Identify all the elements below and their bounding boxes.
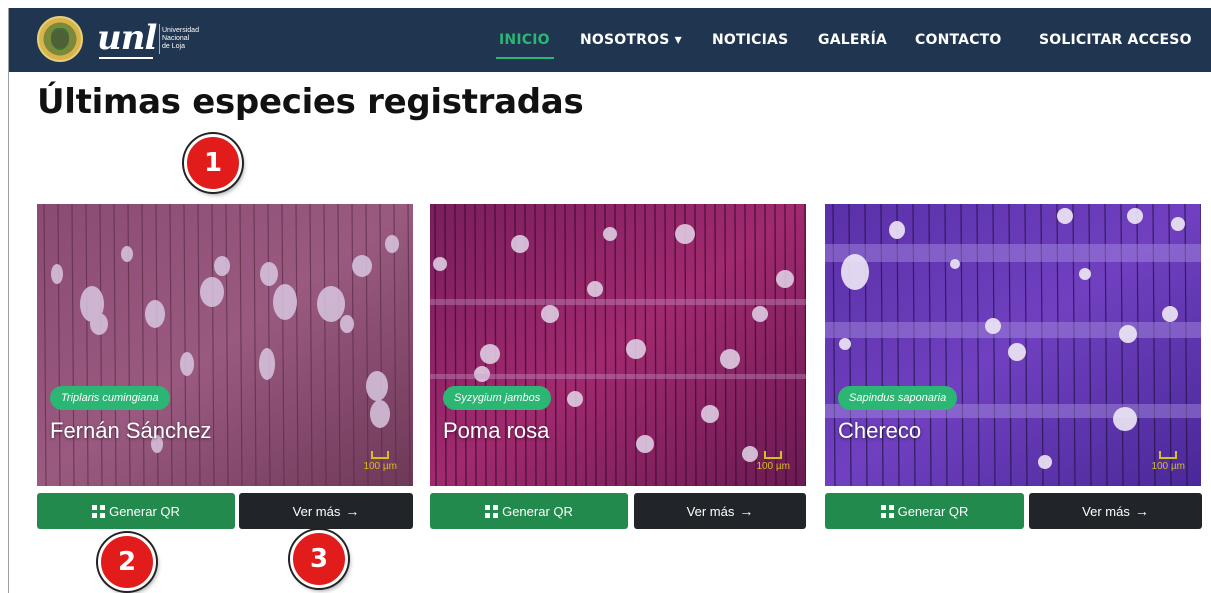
arrow-right-icon: → <box>739 503 754 519</box>
annotation-marker-3: 3 <box>290 530 348 588</box>
nav-item-inicio[interactable]: INICIO <box>499 32 550 48</box>
university-name: Universidad Nacional de Loja <box>162 27 199 50</box>
scientific-name-badge: Triplaris cumingiana <box>50 386 170 410</box>
species-card-2[interactable]: Syzygium jambos Poma rosa 100 µm <box>430 204 806 486</box>
view-more-button[interactable]: Ver más → <box>634 493 806 529</box>
annotation-marker-2: 2 <box>98 533 156 591</box>
unl-logo-text[interactable]: unl <box>97 18 157 58</box>
scale-bar: 100 µm <box>756 451 790 472</box>
seal-emblem <box>51 28 69 50</box>
generate-qr-button[interactable]: Generar QR <box>825 493 1024 529</box>
logo-underline <box>99 57 153 59</box>
nav-item-contacto[interactable]: CONTACTO <box>915 32 1002 48</box>
scale-bar: 100 µm <box>363 451 397 472</box>
qr-code-icon <box>92 504 106 518</box>
nav-item-nosotros[interactable]: NOSOTROS ▾ <box>580 32 682 48</box>
qr-code-icon <box>880 504 894 518</box>
view-more-label: Ver más <box>292 503 341 519</box>
generate-qr-button[interactable]: Generar QR <box>37 493 235 529</box>
page-frame: unl Universidad Nacional de Loja INICIO … <box>0 0 1211 593</box>
view-more-label: Ver más <box>1082 503 1130 519</box>
frame-border <box>8 8 9 593</box>
common-name: Fernán Sánchez <box>50 418 212 443</box>
nav-item-solicitar-acceso[interactable]: SOLICITAR ACCESO <box>1039 32 1192 48</box>
scientific-name-badge: Syzygium jambos <box>443 386 552 410</box>
scale-label: 100 µm <box>1151 461 1185 472</box>
logo-separator <box>159 24 160 54</box>
common-name: Poma rosa <box>443 418 550 443</box>
nav-active-indicator <box>496 57 554 59</box>
qr-button-label: Generar QR <box>109 503 180 519</box>
view-more-button[interactable]: Ver más → <box>239 493 413 529</box>
qr-button-label: Generar QR <box>897 503 969 519</box>
arrow-right-icon: → <box>345 503 360 519</box>
navbar: unl Universidad Nacional de Loja INICIO … <box>9 8 1211 72</box>
annotation-marker-1: 1 <box>184 134 242 192</box>
nav-item-galeria[interactable]: GALERÍA <box>818 32 887 48</box>
generate-qr-button[interactable]: Generar QR <box>430 493 628 529</box>
nav-item-noticias[interactable]: NOTICIAS <box>712 32 788 48</box>
page-title: Últimas especies registradas <box>37 82 584 122</box>
scale-bar: 100 µm <box>1151 451 1185 472</box>
view-more-button[interactable]: Ver más → <box>1029 493 1202 529</box>
species-card-1[interactable]: Triplaris cumingiana Fernán Sánchez 100 … <box>37 204 413 486</box>
top-gap <box>0 0 1211 8</box>
qr-code-icon <box>485 504 499 518</box>
view-more-label: Ver más <box>686 503 735 519</box>
common-name: Chereco <box>838 418 922 443</box>
scale-label: 100 µm <box>363 461 397 472</box>
scale-label: 100 µm <box>756 461 790 472</box>
university-seal-logo[interactable] <box>37 16 83 62</box>
arrow-right-icon: → <box>1134 503 1149 519</box>
qr-button-label: Generar QR <box>502 503 573 519</box>
species-card-3[interactable]: Sapindus saponaria Chereco 100 µm <box>825 204 1201 486</box>
scientific-name-badge: Sapindus saponaria <box>838 386 958 410</box>
